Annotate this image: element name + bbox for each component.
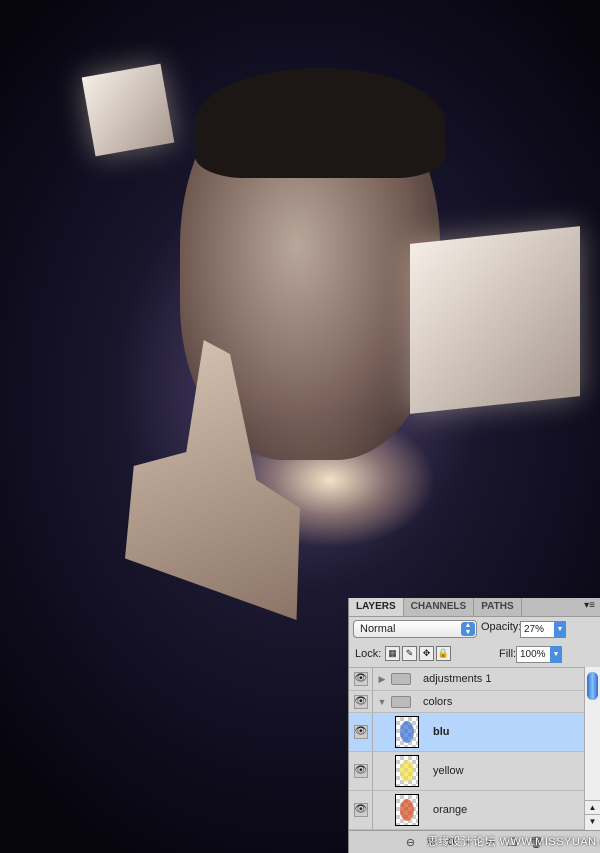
layer-name: colors	[423, 695, 453, 708]
layer-name: yellow	[433, 765, 464, 777]
lock-label: Lock:	[355, 648, 382, 660]
opacity-input[interactable]: 27% ▼	[520, 621, 566, 638]
tab-paths[interactable]: PATHS	[474, 598, 522, 616]
scrollbar-thumb[interactable]	[587, 672, 598, 700]
tab-layers[interactable]: LAYERS	[349, 598, 404, 616]
astronaut-cube-large	[410, 226, 580, 414]
fill-value: 100%	[520, 649, 546, 660]
tab-channels[interactable]: CHANNELS	[404, 598, 475, 616]
layer-row-adjustments[interactable]: 👁 ▶ adjustments 1	[349, 668, 584, 691]
layers-list: 👁 ▶ adjustments 1 👁 ▼ colors 👁 blu 👁 yel…	[349, 667, 584, 830]
eye-icon: 👁	[353, 672, 368, 686]
panel-tabs: LAYERS CHANNELS PATHS ▾≡	[349, 598, 600, 617]
layer-name: blu	[433, 726, 450, 738]
panel-footer: ⊖ fx ◘ ◐ ▭ ❐ 🗑 思缘设计论坛 WWW.MISSYUAN.COM	[349, 830, 600, 853]
layer-row-yellow[interactable]: 👁 yellow	[349, 752, 584, 791]
link-icon[interactable]: ⊖	[406, 836, 415, 849]
scroll-up-arrow-icon[interactable]: ▲	[585, 800, 600, 814]
layer-thumbnail	[395, 794, 419, 826]
eye-icon: 👁	[353, 764, 368, 778]
updown-arrows-icon: ▲ ▼	[461, 622, 475, 636]
dropdown-arrow-icon[interactable]: ▼	[550, 646, 562, 663]
layer-row-blu[interactable]: 👁 blu	[349, 713, 584, 752]
layer-row-orange[interactable]: 👁 orange	[349, 791, 584, 830]
blend-mode-select[interactable]: Normal ▲ ▼	[353, 620, 477, 638]
panel-menu-icon[interactable]: ▾≡	[579, 598, 600, 616]
layers-panel: LAYERS CHANNELS PATHS ▾≡ Normal ▲ ▼ Opacit…	[348, 598, 600, 853]
opacity-value: 27%	[524, 624, 545, 635]
watermark: 思缘设计论坛 WWW.MISSYUAN.COM	[427, 836, 600, 848]
layer-name: adjustments 1	[423, 673, 492, 685]
lock-transparency-icon[interactable]: ▦	[385, 646, 400, 661]
layer-row-colors[interactable]: 👁 ▼ colors	[349, 691, 584, 713]
folder-icon	[391, 695, 411, 708]
layer-thumbnail	[395, 716, 419, 748]
layer-name: orange	[433, 804, 468, 816]
collapse-triangle-icon[interactable]: ▼	[373, 697, 391, 707]
hair-image	[195, 68, 445, 178]
visibility-toggle[interactable]: 👁	[349, 713, 373, 751]
visibility-toggle[interactable]: 👁	[349, 691, 373, 712]
eye-icon: 👁	[353, 694, 368, 709]
folder-icon	[391, 673, 411, 685]
opacity-label: Opacity:	[481, 621, 522, 633]
scroll-down-arrow-icon[interactable]: ▼	[585, 814, 600, 828]
lock-move-icon[interactable]: ✥	[419, 646, 434, 661]
fill-label: Fill:	[499, 648, 517, 660]
layers-scrollbar[interactable]: ▲ ▼	[584, 667, 600, 830]
visibility-toggle[interactable]: 👁	[349, 752, 373, 790]
eye-icon: 👁	[353, 725, 368, 739]
expand-triangle-icon[interactable]: ▶	[373, 674, 391, 685]
layer-thumbnail	[395, 755, 419, 787]
visibility-toggle[interactable]: 👁	[349, 791, 373, 829]
eye-icon: 👁	[353, 803, 368, 817]
astronaut-cube-small	[81, 63, 175, 157]
lock-all-icon[interactable]: 🔒	[436, 646, 451, 661]
visibility-toggle[interactable]: 👁	[349, 668, 373, 690]
fill-input[interactable]: 100% ▼	[516, 646, 562, 663]
blend-mode-value: Normal	[360, 623, 396, 635]
lock-brush-icon[interactable]: ✎	[402, 646, 417, 661]
dropdown-arrow-icon[interactable]: ▼	[554, 621, 566, 638]
